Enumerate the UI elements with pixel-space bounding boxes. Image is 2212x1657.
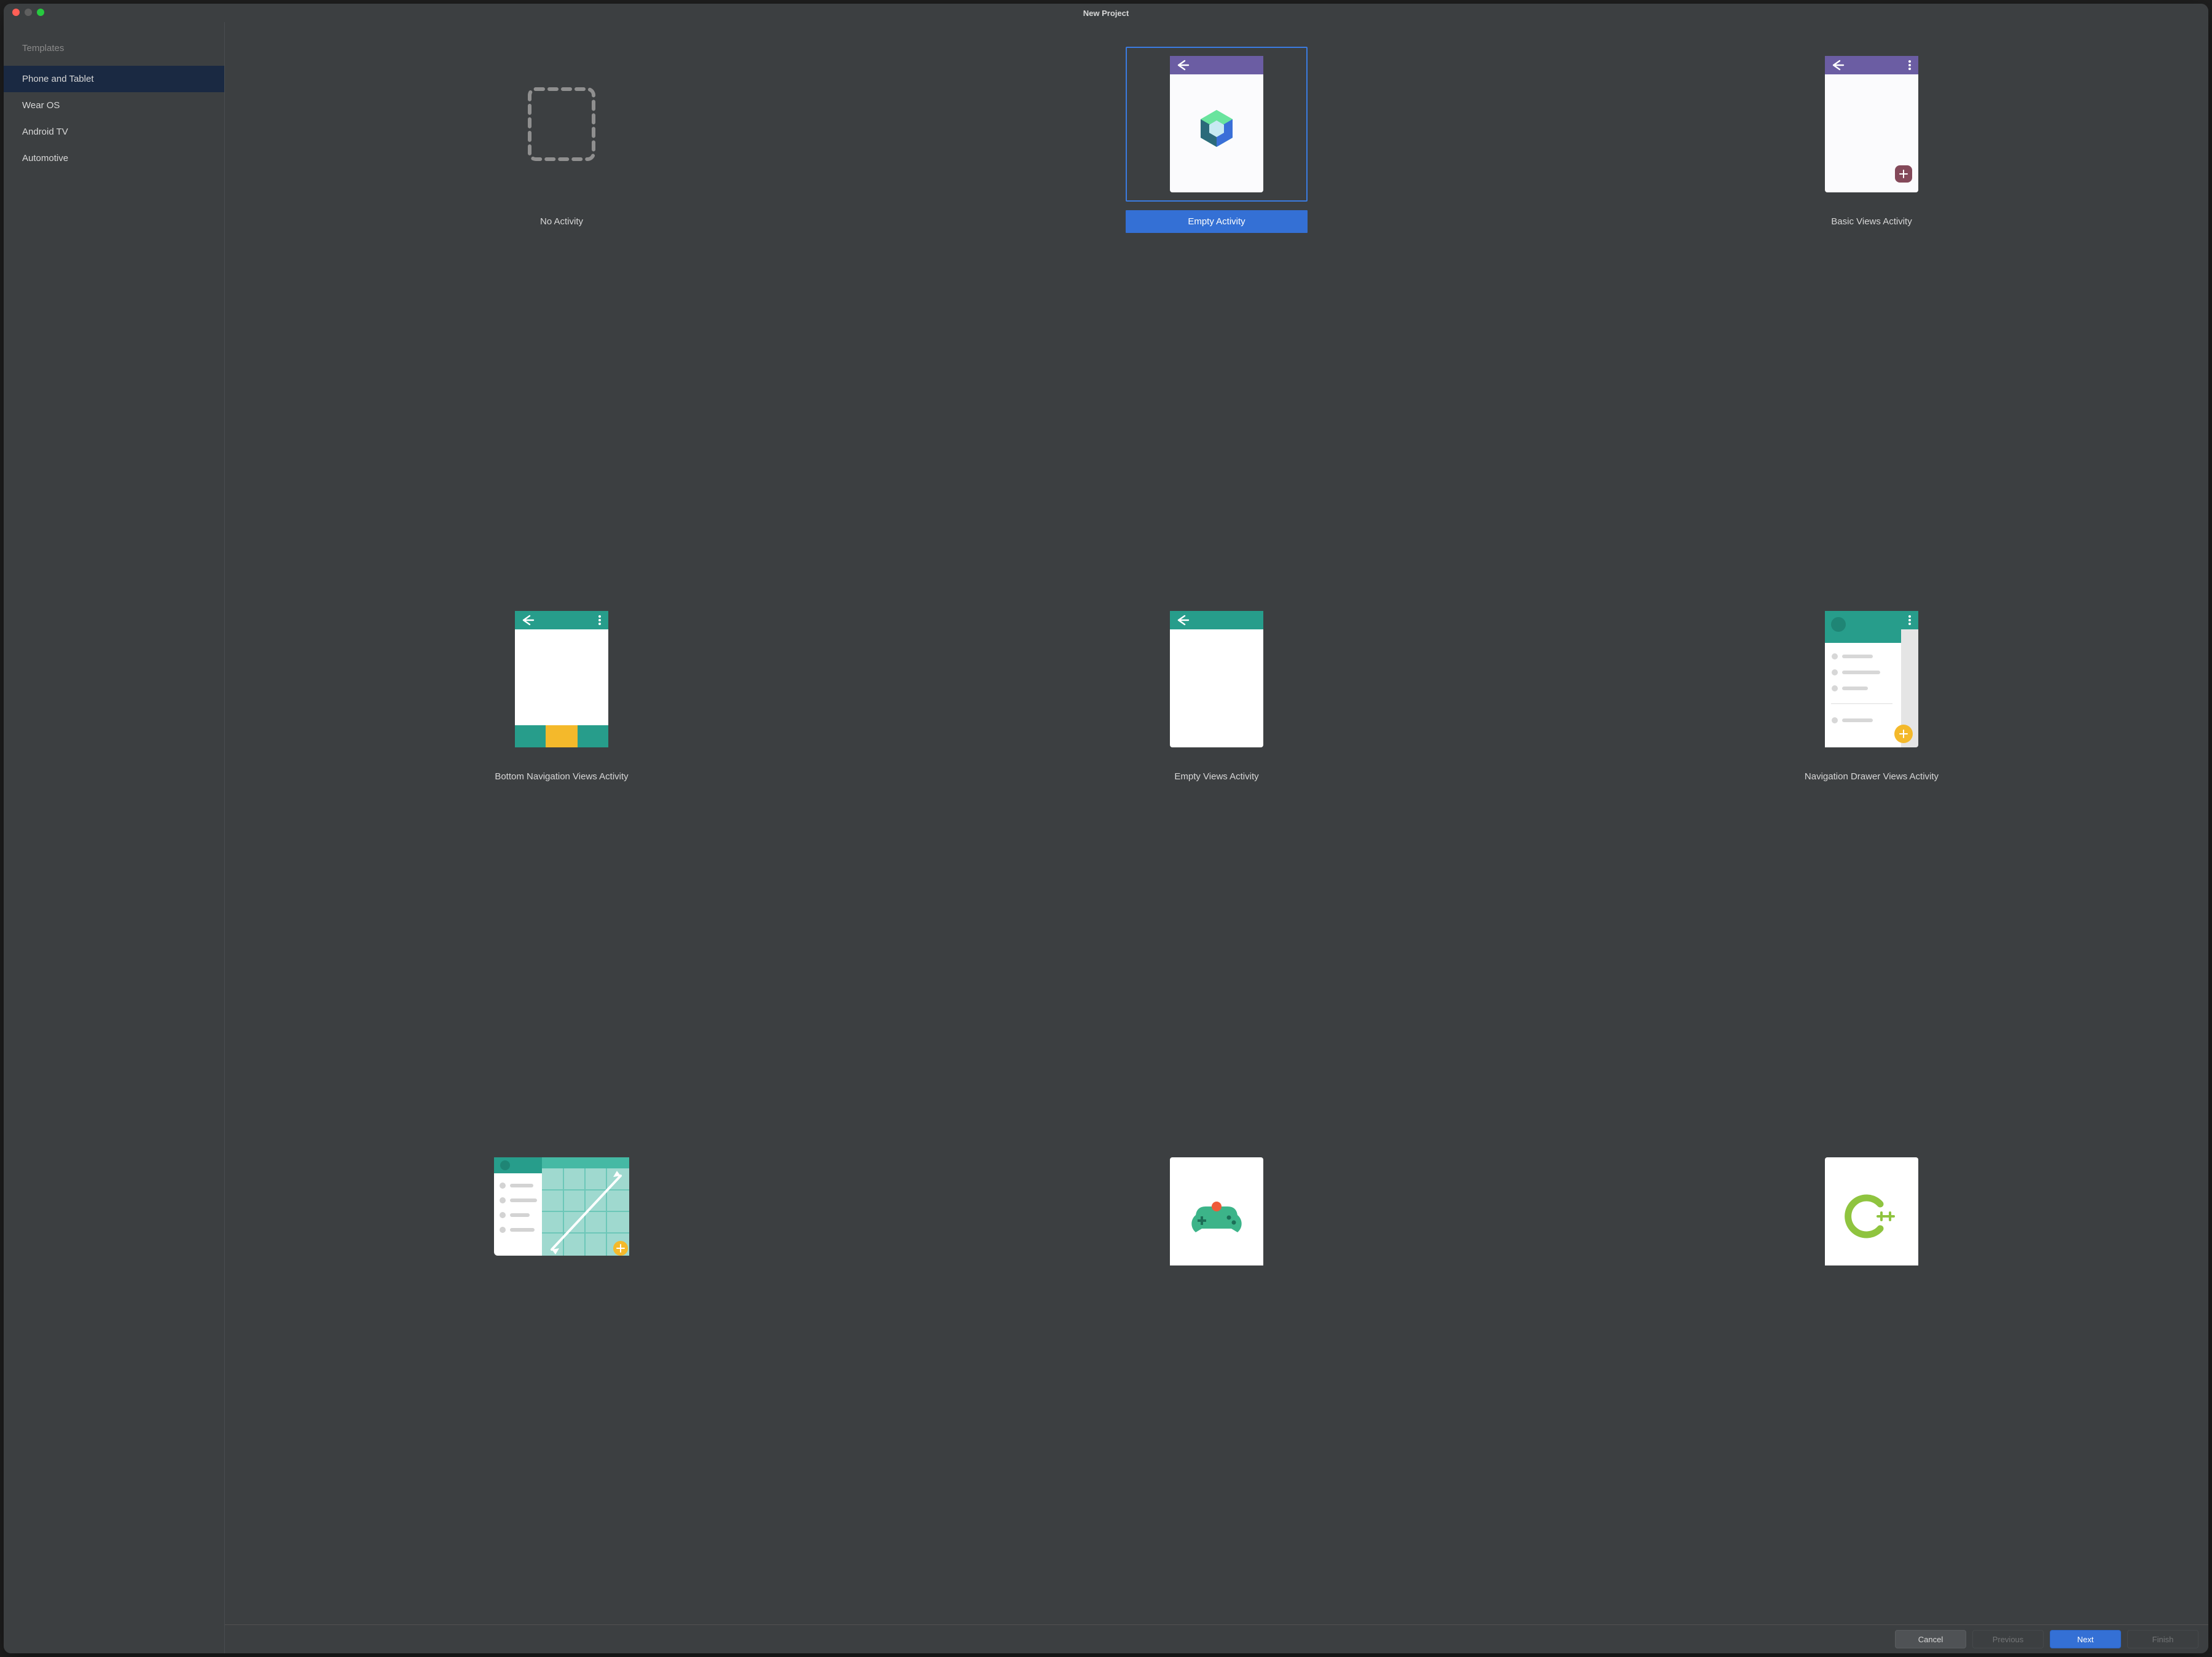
sidebar-item-label: Phone and Tablet: [22, 74, 94, 84]
bottom-nav-phone-icon: [515, 611, 608, 747]
template-thumbnail: [1126, 602, 1308, 757]
template-no-activity[interactable]: No Activity: [237, 47, 886, 591]
template-label: Navigation Drawer Views Activity: [1781, 765, 1963, 788]
previous-button: Previous: [1972, 1630, 2044, 1648]
close-window-button[interactable]: [12, 9, 20, 16]
overflow-menu-icon: [598, 615, 601, 625]
nav-drawer-phone-icon: [1825, 611, 1918, 747]
next-button[interactable]: Next: [2050, 1630, 2121, 1648]
template-native-cpp[interactable]: Native C++: [1547, 1156, 2196, 1624]
sidebar-heading: Templates: [4, 34, 224, 66]
template-thumbnail: [471, 602, 653, 757]
responsive-tablet-icon: [494, 1157, 629, 1267]
button-label: Next: [2077, 1635, 2094, 1644]
overflow-menu-icon: [1908, 615, 1911, 625]
window-controls: [12, 9, 44, 16]
dialog-footer: Cancel Previous Next Finish: [225, 1624, 2208, 1653]
template-thumbnail: [1781, 1156, 1963, 1267]
template-basic-views-activity[interactable]: Basic Views Activity: [1547, 47, 2196, 591]
template-thumbnail: [1126, 47, 1308, 202]
template-empty-views-activity[interactable]: Empty Views Activity: [892, 602, 1541, 1146]
sidebar-item-label: Automotive: [22, 153, 68, 163]
basic-phone-icon: [1825, 56, 1918, 192]
sidebar-item-phone-tablet[interactable]: Phone and Tablet: [4, 66, 224, 92]
button-label: Cancel: [1918, 1635, 1943, 1644]
cpp-icon: [1825, 1157, 1918, 1267]
window-title: New Project: [1083, 9, 1129, 18]
empty-dashed-box-icon: [527, 87, 596, 162]
template-thumbnail: [1126, 1156, 1308, 1267]
sidebar-item-automotive[interactable]: Automotive: [4, 145, 224, 171]
button-label: Finish: [2152, 1635, 2174, 1644]
game-controller-icon: [1170, 1157, 1263, 1267]
template-categories-sidebar: Templates Phone and Tablet Wear OS Andro…: [4, 22, 225, 1653]
template-bottom-navigation[interactable]: Bottom Navigation Views Activity: [237, 602, 886, 1146]
template-thumbnail: [1781, 602, 1963, 757]
zoom-window-button[interactable]: [37, 9, 44, 16]
empty-views-phone-icon: [1170, 611, 1263, 747]
title-bar: New Project: [4, 4, 2208, 22]
template-label: Empty Views Activity: [1126, 765, 1308, 788]
sidebar-item-wear-os[interactable]: Wear OS: [4, 92, 224, 119]
template-empty-activity[interactable]: Empty Activity: [892, 47, 1541, 591]
overflow-menu-icon: [1908, 60, 1911, 70]
template-thumbnail: [471, 1156, 653, 1267]
template-label: Bottom Navigation Views Activity: [471, 765, 653, 788]
compose-phone-icon: [1170, 56, 1263, 192]
template-label: Basic Views Activity: [1781, 210, 1963, 233]
sidebar-item-android-tv[interactable]: Android TV: [4, 119, 224, 145]
finish-button: Finish: [2127, 1630, 2198, 1648]
template-game-activity[interactable]: Game Activity (C++): [892, 1156, 1541, 1624]
minimize-window-button[interactable]: [25, 9, 32, 16]
template-gallery: No Activity: [225, 22, 2208, 1624]
cancel-button[interactable]: Cancel: [1895, 1630, 1966, 1648]
template-thumbnail: [471, 47, 653, 202]
new-project-dialog: New Project Templates Phone and Tablet W…: [4, 4, 2208, 1653]
template-navigation-drawer[interactable]: Navigation Drawer Views Activity: [1547, 602, 2196, 1146]
template-thumbnail: [1781, 47, 1963, 202]
template-label: No Activity: [471, 210, 653, 233]
sidebar-item-label: Wear OS: [22, 100, 60, 111]
button-label: Previous: [1993, 1635, 2024, 1644]
template-label: Empty Activity: [1126, 210, 1308, 233]
sidebar-item-label: Android TV: [22, 127, 68, 137]
template-responsive-views[interactable]: Responsive Views Activity: [237, 1156, 886, 1624]
